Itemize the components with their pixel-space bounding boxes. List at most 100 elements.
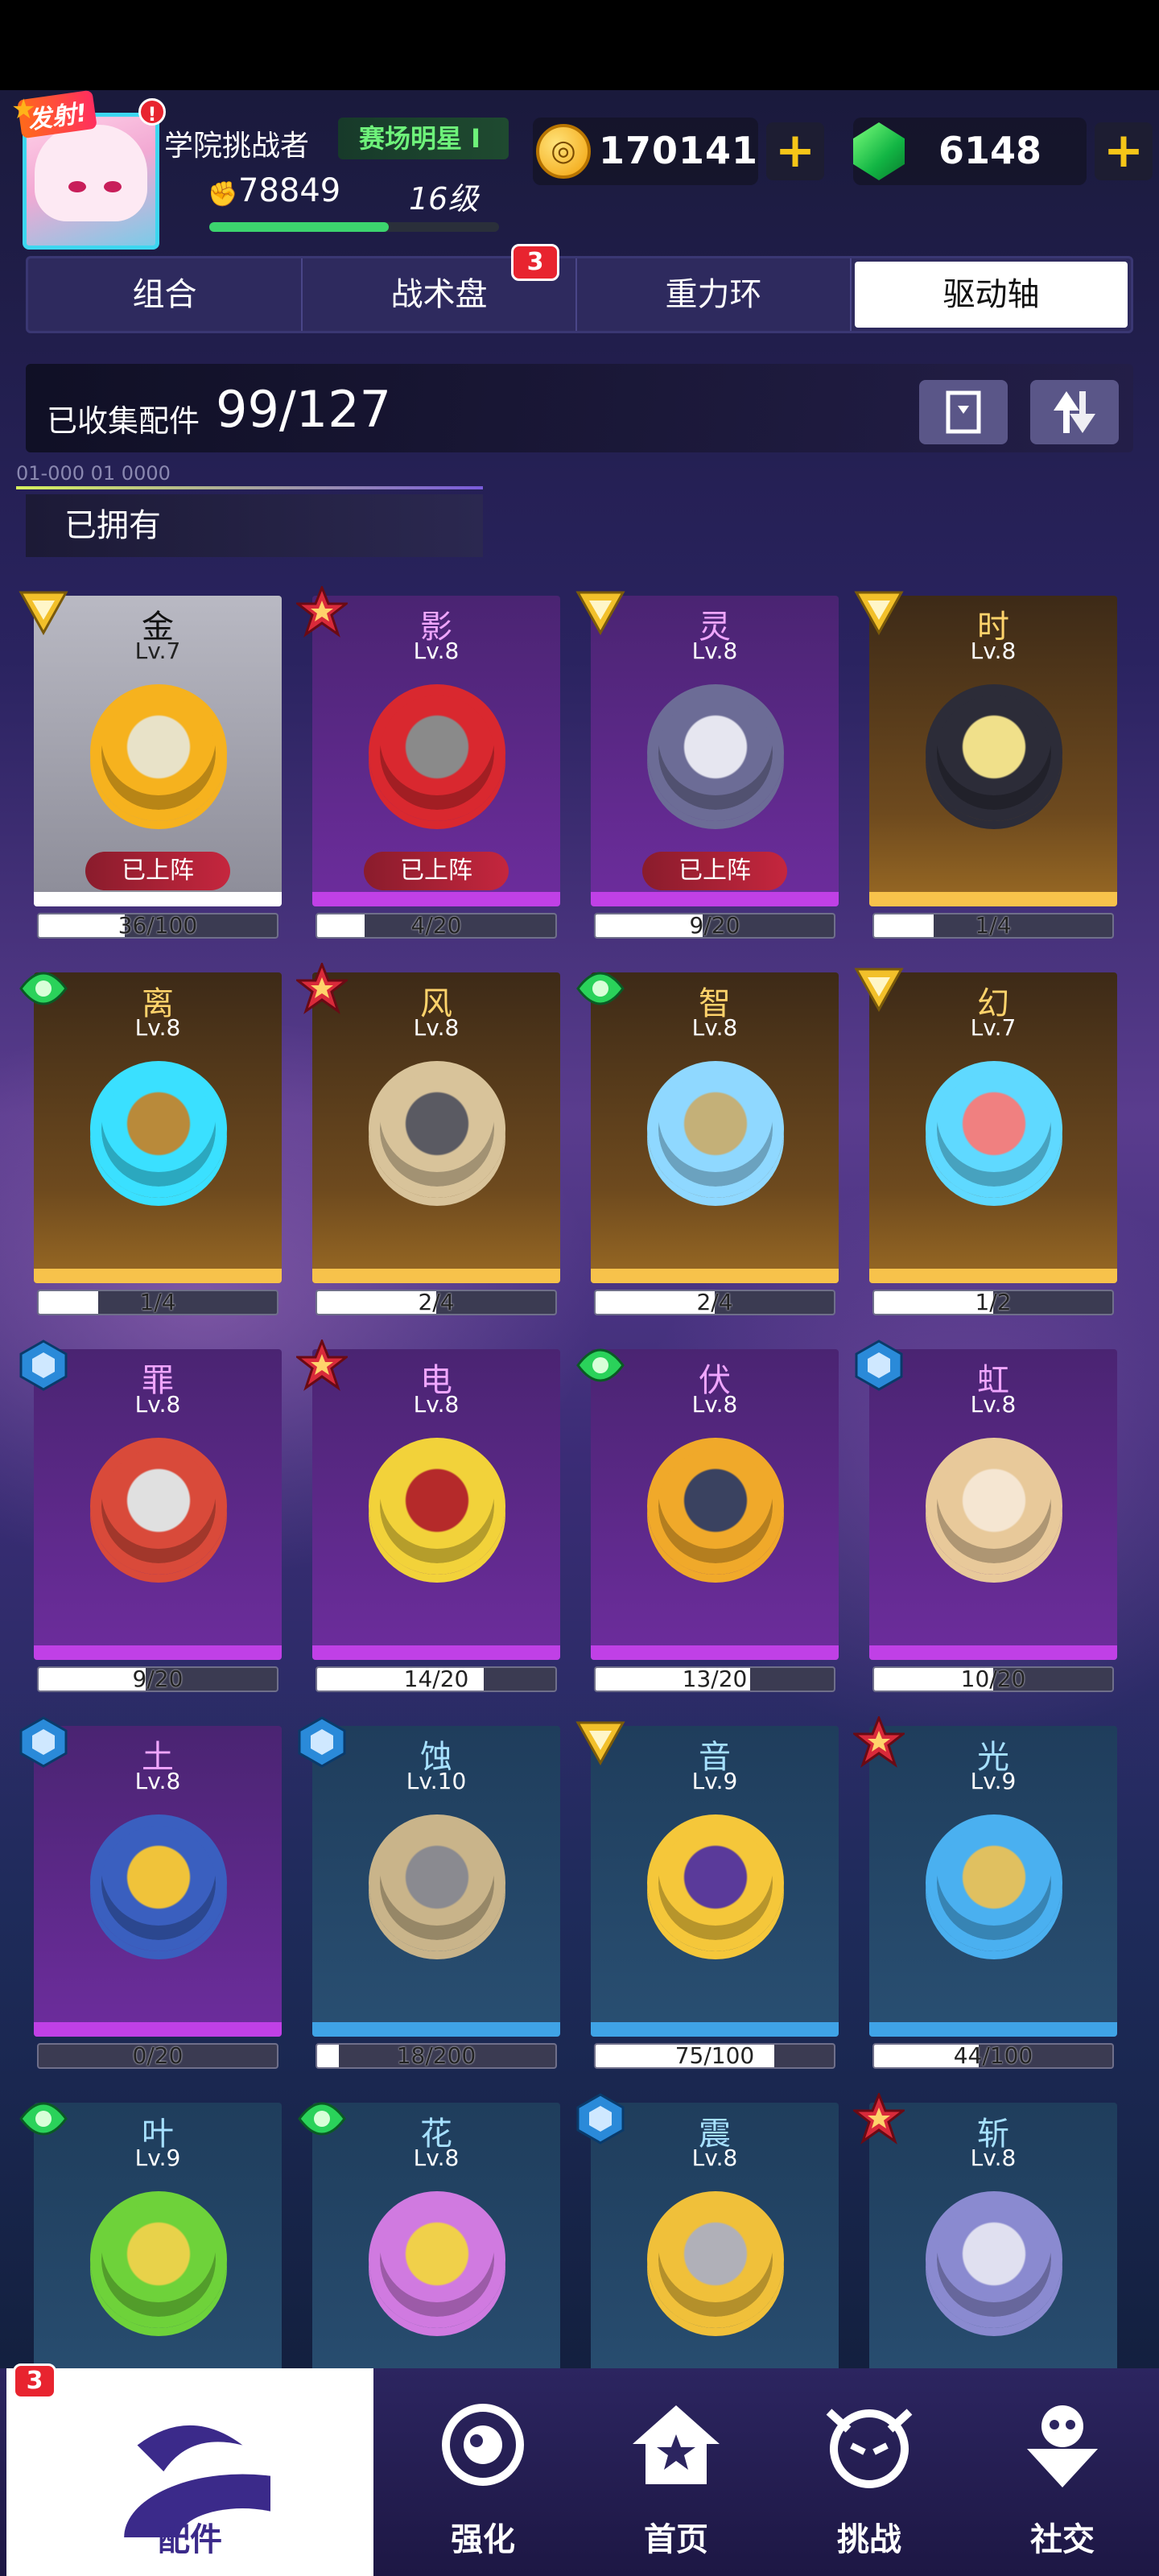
part-level: Lv.9 [691, 1768, 738, 1794]
part-card-frame: 时 Lv.8 [869, 596, 1117, 906]
rarity-strip [869, 892, 1117, 906]
part-card-frame: 叶 Lv.9 [34, 2103, 282, 2413]
part-image [926, 1814, 1062, 1951]
part-card-frame: 幻 Lv.7 [869, 972, 1117, 1283]
fragment-count: 13/20 [682, 1666, 748, 1692]
part-level: Lv.8 [413, 638, 460, 664]
fragment-count: 75/100 [674, 2043, 755, 2069]
part-image [369, 2191, 505, 2328]
part-image [647, 1061, 784, 1198]
rarity-strip [869, 2022, 1117, 2037]
rarity-strip [869, 1269, 1117, 1283]
part-card-frame: 花 Lv.8 [312, 2103, 560, 2413]
fragment-count: 36/100 [118, 913, 198, 939]
balance-type-icon [576, 972, 625, 1005]
part-image [90, 2191, 227, 2328]
attack-type-icon [575, 591, 625, 636]
rarity-strip [34, 892, 282, 906]
part-level: Lv.9 [134, 2145, 181, 2171]
home-icon [633, 2405, 720, 2484]
part-level: Lv.8 [413, 1391, 460, 1418]
rarity-strip [591, 892, 839, 906]
nav-label: 社交 [1030, 2521, 1095, 2558]
part-level: Lv.7 [134, 638, 181, 664]
fragment-progress: 2/4 [594, 1290, 835, 1315]
fragment-count: 0/20 [132, 2043, 184, 2069]
challenge-icon [826, 2409, 913, 2488]
fragment-progress: 13/20 [594, 1666, 835, 1692]
fragment-count: 1/4 [139, 1290, 176, 1315]
part-card-frame: 伏 Lv.8 [591, 1349, 839, 1660]
part-image [926, 684, 1062, 821]
part-image [926, 1438, 1062, 1575]
part-image [369, 684, 505, 821]
enhance-icon [442, 2404, 524, 2486]
rarity-strip [312, 892, 560, 906]
part-level: Lv.8 [691, 638, 738, 664]
rarity-strip [312, 1269, 560, 1283]
part-card-frame: 罪 Lv.8 [34, 1349, 282, 1660]
fragment-progress: 44/100 [872, 2043, 1114, 2069]
nav-enhance[interactable]: 强化 [386, 2368, 580, 2576]
fragment-count: 2/4 [696, 1290, 733, 1315]
nav-home[interactable]: 首页 [580, 2368, 773, 2576]
part-level: Lv.8 [134, 1768, 181, 1794]
rarity-strip [312, 1645, 560, 1660]
bottom-nav: 3 配件 强化 首页 挑战 社交 [0, 2363, 1159, 2576]
part-image [369, 1814, 505, 1951]
part-card-frame: 灵 Lv.8 已上阵 [591, 596, 839, 906]
fragment-progress: 1/4 [872, 913, 1114, 939]
fragment-count: 2/4 [418, 1290, 455, 1315]
part-image [926, 1061, 1062, 1198]
nav-parts[interactable]: 3 配件 [6, 2363, 373, 2576]
balance-type-icon [576, 1348, 625, 1382]
fragment-progress: 2/4 [316, 1290, 557, 1315]
part-level: Lv.8 [413, 1014, 460, 1041]
part-image [90, 1438, 227, 1575]
fragment-count: 14/20 [403, 1666, 469, 1692]
fragment-progress: 10/20 [872, 1666, 1114, 1692]
fragment-progress: 4/20 [316, 913, 557, 939]
fragment-count: 9/20 [689, 913, 740, 939]
nav-label: 首页 [644, 2521, 708, 2558]
rarity-strip [869, 1645, 1117, 1660]
nav-challenge[interactable]: 挑战 [773, 2368, 966, 2576]
balance-type-icon [19, 972, 68, 1005]
fragment-progress: 1/4 [37, 1290, 278, 1315]
notification-badge: 3 [13, 2363, 56, 2399]
fragment-progress: 14/20 [316, 1666, 557, 1692]
attack-type-icon [854, 968, 904, 1013]
defense-type-icon [298, 1716, 346, 1768]
part-card-frame: 土 Lv.8 [34, 1726, 282, 2037]
defense-type-icon [19, 1340, 68, 1391]
part-card-frame: 虹 Lv.8 [869, 1349, 1117, 1660]
part-level: Lv.8 [691, 2145, 738, 2171]
part-level: Lv.8 [413, 2145, 460, 2171]
part-image [90, 1061, 227, 1198]
rarity-strip [34, 2022, 282, 2037]
part-level: Lv.7 [970, 1014, 1017, 1041]
fragment-count: 44/100 [953, 2043, 1033, 2069]
attack-type-icon [19, 591, 68, 636]
nav-label: 配件 [158, 2521, 222, 2558]
attack-type-icon [575, 1721, 625, 1766]
star-type-icon [853, 2093, 905, 2145]
part-card-frame: 音 Lv.9 [591, 1726, 839, 2037]
nav-social[interactable]: 社交 [966, 2368, 1159, 2576]
fragment-progress: 75/100 [594, 2043, 835, 2069]
rarity-strip [34, 1645, 282, 1660]
part-card-frame: 离 Lv.8 [34, 972, 282, 1283]
rarity-strip [591, 1269, 839, 1283]
part-level: Lv.8 [691, 1014, 738, 1041]
part-card-frame: 智 Lv.8 [591, 972, 839, 1283]
part-image [647, 1814, 784, 1951]
social-icon [1027, 2405, 1098, 2487]
fragment-progress: 36/100 [37, 913, 278, 939]
part-card-frame: 影 Lv.8 已上阵 [312, 596, 560, 906]
rarity-strip [591, 1645, 839, 1660]
part-level: Lv.8 [970, 1391, 1017, 1418]
defense-type-icon [19, 1716, 68, 1768]
parts-grid: 金 Lv.7 已上阵 36/100 影 Lv.8 已上阵 4/20 灵 Lv.8 已上阵 9/20 时 L… [0, 0, 1159, 2576]
part-image [926, 2191, 1062, 2328]
part-card-frame: 斩 Lv.8 [869, 2103, 1117, 2413]
